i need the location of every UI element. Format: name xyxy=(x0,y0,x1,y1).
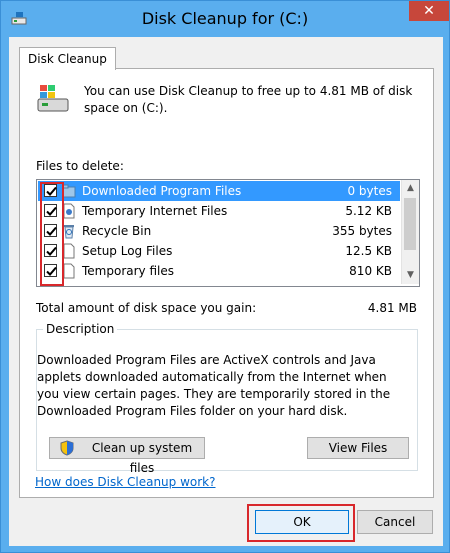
file-size: 0 bytes xyxy=(347,184,392,198)
checkbox[interactable] xyxy=(44,184,57,197)
file-name: Temporary files xyxy=(82,264,174,278)
ok-button[interactable]: OK xyxy=(255,510,349,534)
cancel-button[interactable]: Cancel xyxy=(357,510,433,534)
file-name: Temporary Internet Files xyxy=(82,204,228,218)
files-to-delete-label: Files to delete: xyxy=(36,159,124,173)
document-icon xyxy=(63,263,75,279)
file-row-temporary-internet-files[interactable]: Temporary Internet Files 5.12 KB xyxy=(38,201,400,221)
file-name: Setup Log Files xyxy=(82,244,173,258)
file-row-setup-log-files[interactable]: Setup Log Files 12.5 KB xyxy=(38,241,400,261)
files-list[interactable]: Downloaded Program Files 0 bytes Tempora… xyxy=(36,179,420,287)
file-row-downloaded-program-files[interactable]: Downloaded Program Files 0 bytes xyxy=(38,181,400,201)
clean-up-system-files-label: Clean up system files xyxy=(91,441,193,475)
total-label: Total amount of disk space you gain: xyxy=(36,301,257,315)
help-link[interactable]: How does Disk Cleanup work? xyxy=(35,475,216,489)
description-text: Downloaded Program Files are ActiveX con… xyxy=(37,353,391,418)
file-row-recycle-bin[interactable]: Recycle Bin 355 bytes xyxy=(38,221,400,241)
dialog-client: Disk Cleanup You can use Disk Cleanup to… xyxy=(9,37,443,546)
file-row-temporary-files[interactable]: Temporary files 810 KB xyxy=(38,261,400,281)
window-title: Disk Cleanup for (C:) xyxy=(141,9,309,28)
clean-up-system-files-button[interactable]: Clean up system files xyxy=(49,437,205,475)
file-name: Downloaded Program Files xyxy=(82,184,242,198)
document-icon xyxy=(63,203,75,219)
close-icon: ✕ xyxy=(423,3,435,19)
disk-cleanup-drive-icon xyxy=(37,85,69,112)
title-bar[interactable]: Disk Cleanup for (C:) ✕ xyxy=(1,1,449,37)
folder-icon xyxy=(62,184,76,198)
file-size: 355 bytes xyxy=(332,224,392,238)
file-name: Recycle Bin xyxy=(82,224,152,238)
scroll-up-arrow-icon[interactable]: ▲ xyxy=(402,180,419,197)
scroll-down-arrow-icon[interactable]: ▼ xyxy=(402,267,419,284)
file-size: 810 KB xyxy=(349,264,392,278)
checkbox[interactable] xyxy=(44,204,57,217)
recycle-bin-icon xyxy=(64,225,74,239)
checkbox[interactable] xyxy=(44,224,57,237)
scroll-thumb[interactable] xyxy=(404,198,416,250)
uac-shield-icon xyxy=(60,440,74,456)
view-files-button[interactable]: View Files xyxy=(307,437,409,459)
list-scrollbar[interactable]: ▲ ▼ xyxy=(401,180,419,284)
description-group: Description Downloaded Program Files are… xyxy=(36,322,418,475)
file-size: 12.5 KB xyxy=(345,244,392,258)
checkbox[interactable] xyxy=(44,264,57,277)
checkbox[interactable] xyxy=(44,244,57,257)
description-title: Description xyxy=(43,322,118,336)
tab-panel: You can use Disk Cleanup to free up to 4… xyxy=(19,68,434,498)
close-button[interactable]: ✕ xyxy=(409,1,449,21)
document-icon xyxy=(63,243,75,259)
total-value: 4.81 MB xyxy=(367,301,417,315)
file-size: 5.12 KB xyxy=(345,204,392,218)
disk-cleanup-window: Disk Cleanup for (C:) ✕ Disk Cleanup You… xyxy=(0,0,450,553)
intro-text: You can use Disk Cleanup to free up to 4… xyxy=(84,84,413,115)
tab-disk-cleanup[interactable]: Disk Cleanup xyxy=(19,47,116,70)
